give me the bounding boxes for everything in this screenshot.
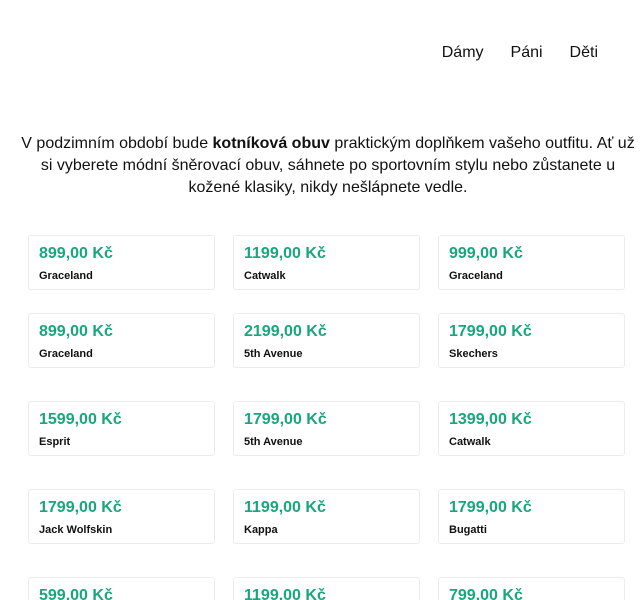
- nav-item-deti[interactable]: Děti: [570, 44, 598, 62]
- product-price: 1799,00 Kč: [449, 499, 532, 516]
- product-brand: Catwalk: [449, 436, 491, 448]
- product-card[interactable]: 1799,00 Kč Jack Wolfskin: [28, 489, 215, 544]
- product-card[interactable]: 1799,00 Kč Bugatti: [438, 489, 625, 544]
- product-card[interactable]: 599,00 Kč: [28, 577, 215, 600]
- product-brand: Graceland: [39, 270, 93, 282]
- nav-item-pani[interactable]: Páni: [511, 44, 543, 62]
- product-card[interactable]: 999,00 Kč Graceland: [438, 235, 625, 290]
- product-brand: Esprit: [39, 436, 71, 448]
- product-card[interactable]: 1799,00 Kč Skechers: [438, 313, 625, 368]
- product-card[interactable]: 799,00 Kč: [438, 577, 625, 600]
- top-nav: Dámy Páni Děti: [442, 44, 598, 62]
- intro-text: V podzimním období bude kotníková obuv p…: [20, 133, 636, 199]
- product-brand: 5th Avenue: [244, 436, 303, 448]
- product-price: 599,00 Kč: [39, 587, 113, 600]
- product-brand: Bugatti: [449, 524, 487, 536]
- product-price: 1599,00 Kč: [39, 411, 122, 428]
- product-price: 1199,00 Kč: [244, 499, 326, 516]
- product-price: 799,00 Kč: [449, 587, 523, 600]
- product-card[interactable]: 1199,00 Kč Catwalk: [233, 235, 420, 290]
- product-brand: 5th Avenue: [244, 348, 303, 360]
- product-card[interactable]: 1599,00 Kč Esprit: [28, 401, 215, 456]
- nav-item-damy[interactable]: Dámy: [442, 44, 484, 62]
- intro-text-before: V podzimním období bude: [21, 135, 213, 152]
- product-price: 2199,00 Kč: [244, 323, 327, 340]
- product-card[interactable]: 899,00 Kč Graceland: [28, 313, 215, 368]
- product-card[interactable]: 899,00 Kč Graceland: [28, 235, 215, 290]
- product-price: 1199,00 Kč: [244, 587, 326, 600]
- product-price: 899,00 Kč: [39, 323, 113, 340]
- product-price: 999,00 Kč: [449, 245, 523, 262]
- product-brand: Kappa: [244, 524, 278, 536]
- product-price: 899,00 Kč: [39, 245, 113, 262]
- product-price: 1399,00 Kč: [449, 411, 532, 428]
- product-brand: Graceland: [39, 348, 93, 360]
- product-price: 1799,00 Kč: [39, 499, 122, 516]
- intro-highlight: kotníková obuv: [212, 135, 330, 152]
- product-brand: Graceland: [449, 270, 503, 282]
- product-card[interactable]: 1399,00 Kč Catwalk: [438, 401, 625, 456]
- page: Dámy Páni Děti V podzimním období bude k…: [0, 0, 640, 600]
- product-price: 1199,00 Kč: [244, 245, 326, 262]
- product-brand: Skechers: [449, 348, 498, 360]
- product-card[interactable]: 2199,00 Kč 5th Avenue: [233, 313, 420, 368]
- product-card[interactable]: 1799,00 Kč 5th Avenue: [233, 401, 420, 456]
- product-price: 1799,00 Kč: [244, 411, 327, 428]
- product-brand: Jack Wolfskin: [39, 524, 113, 536]
- product-card[interactable]: 1199,00 Kč Kappa: [233, 489, 420, 544]
- product-price: 1799,00 Kč: [449, 323, 532, 340]
- product-card[interactable]: 1199,00 Kč: [233, 577, 420, 600]
- product-brand: Catwalk: [244, 270, 286, 282]
